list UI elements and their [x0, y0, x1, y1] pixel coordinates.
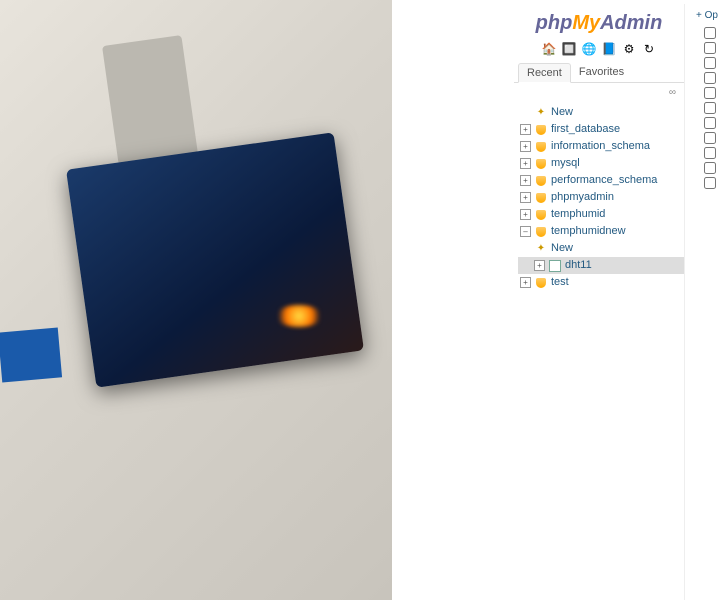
tree-label: performance_schema: [551, 173, 657, 188]
reload-icon[interactable]: ↻: [641, 41, 657, 57]
row-checkbox[interactable]: [704, 162, 716, 174]
tree-db-first_database[interactable]: + first_database: [518, 121, 684, 138]
phpmyadmin-panel: phpMyAdmin 🏠 🔲 🌐 📘 ⚙ ↻ Recent Favorites …: [510, 0, 721, 600]
database-icon: [534, 140, 548, 154]
settings-icon[interactable]: ⚙: [621, 41, 637, 57]
new-icon: [534, 106, 548, 120]
tree-label: phpmyadmin: [551, 190, 614, 205]
tab-favorites[interactable]: Favorites: [571, 63, 632, 82]
database-icon: [534, 174, 548, 188]
tree-db-temphumid[interactable]: + temphumid: [518, 206, 684, 223]
spacer: [392, 0, 510, 600]
tree-label: temphumid: [551, 207, 605, 222]
toolbar: 🏠 🔲 🌐 📘 ⚙ ↻: [514, 39, 684, 63]
tree-label: information_schema: [551, 139, 650, 154]
pma-navigation: phpMyAdmin 🏠 🔲 🌐 📘 ⚙ ↻ Recent Favorites …: [514, 4, 684, 600]
logout-icon[interactable]: 🔲: [561, 41, 577, 57]
tab-recent[interactable]: Recent: [518, 63, 571, 83]
logo-my: My: [572, 12, 600, 34]
row-checkbox[interactable]: [704, 72, 716, 84]
options-link[interactable]: + Op: [687, 8, 718, 27]
arduino-photo: [0, 0, 392, 600]
tree-label: New: [551, 105, 573, 120]
pma-logo: phpMyAdmin: [514, 4, 684, 39]
expand-icon[interactable]: +: [520, 277, 531, 288]
tree-label: temphumidnew: [551, 224, 626, 239]
logo-php: php: [536, 12, 573, 34]
row-checkbox[interactable]: [704, 177, 716, 189]
expand-icon[interactable]: +: [520, 175, 531, 186]
database-icon: [534, 191, 548, 205]
tree-db-temphumidnew[interactable]: – temphumidnew: [518, 223, 684, 240]
row-checkbox[interactable]: [704, 87, 716, 99]
database-tree: New + first_database + information_schem…: [514, 102, 684, 293]
dht11-sensor: [0, 327, 62, 382]
tree-db-phpmyadmin[interactable]: + phpmyadmin: [518, 189, 684, 206]
row-checkbox[interactable]: [704, 27, 716, 39]
tree-label: test: [551, 275, 569, 290]
expand-icon[interactable]: +: [520, 124, 531, 135]
infinity-symbol[interactable]: ∞: [514, 83, 684, 102]
expand-icon[interactable]: +: [520, 192, 531, 203]
new-icon: [534, 242, 548, 256]
checkbox-column: [687, 27, 718, 189]
sql-icon[interactable]: 🌐: [581, 41, 597, 57]
tree-label: dht11: [565, 258, 592, 273]
logo-admin: Admin: [600, 12, 662, 34]
database-icon: [534, 157, 548, 171]
tree-new-db[interactable]: New: [518, 104, 684, 121]
expand-icon[interactable]: +: [534, 260, 545, 271]
tree-label: mysql: [551, 156, 580, 171]
database-icon: [534, 225, 548, 239]
right-strip: + Op: [684, 4, 720, 600]
tree-db-information_schema[interactable]: + information_schema: [518, 138, 684, 155]
arduino-board: [66, 132, 364, 387]
board-led-glow: [275, 305, 323, 327]
expand-icon[interactable]: +: [520, 209, 531, 220]
expand-icon[interactable]: +: [520, 141, 531, 152]
tree-label: New: [551, 241, 573, 256]
home-icon[interactable]: 🏠: [541, 41, 557, 57]
ethernet-connector: [102, 35, 198, 165]
row-checkbox[interactable]: [704, 57, 716, 69]
collapse-icon[interactable]: –: [520, 226, 531, 237]
tree-db-test[interactable]: + test: [518, 274, 684, 291]
docs-icon[interactable]: 📘: [601, 41, 617, 57]
row-checkbox[interactable]: [704, 147, 716, 159]
tree-db-mysql[interactable]: + mysql: [518, 155, 684, 172]
row-checkbox[interactable]: [704, 102, 716, 114]
tree-label: first_database: [551, 122, 620, 137]
table-icon: [548, 259, 562, 273]
database-icon: [534, 123, 548, 137]
expand-icon[interactable]: +: [520, 158, 531, 169]
tree-db-performance_schema[interactable]: + performance_schema: [518, 172, 684, 189]
tree-new-table[interactable]: New: [518, 240, 684, 257]
row-checkbox[interactable]: [704, 117, 716, 129]
tree-table-dht11[interactable]: + dht11: [518, 257, 684, 274]
database-icon: [534, 276, 548, 290]
row-checkbox[interactable]: [704, 132, 716, 144]
nav-tabs: Recent Favorites: [514, 63, 684, 83]
row-checkbox[interactable]: [704, 42, 716, 54]
database-icon: [534, 208, 548, 222]
